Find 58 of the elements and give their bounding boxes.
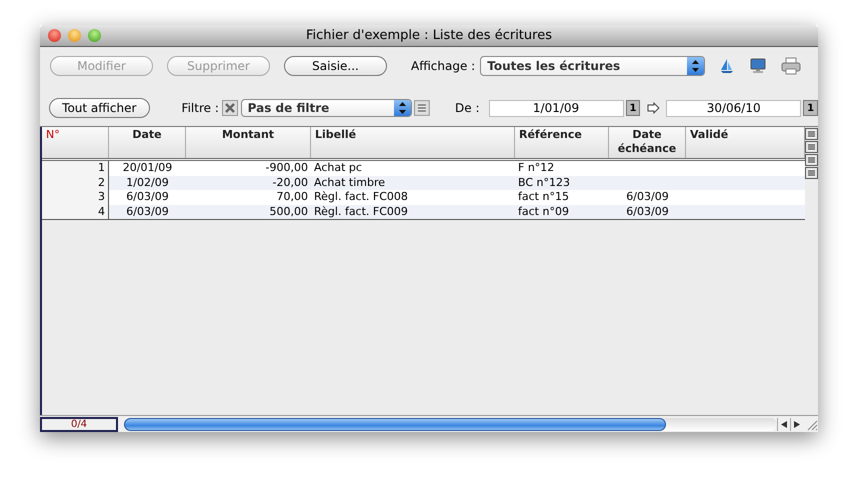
dropdown-arrows-icon: [399, 102, 406, 114]
view-icon[interactable]: [805, 128, 818, 140]
column-header[interactable]: Date échéance: [609, 127, 686, 158]
table-cell: 6/03/09: [626, 190, 669, 203]
table-cell: fact n°15: [518, 190, 569, 203]
table-cell: 70,00: [276, 190, 308, 203]
from-label: De :: [455, 101, 480, 115]
list-icon[interactable]: [414, 100, 430, 116]
column-header[interactable]: N°: [42, 127, 109, 158]
table-cell: 1/02/09: [126, 176, 169, 188]
table-cell: Achat pc: [314, 161, 362, 174]
table-cell: 3: [98, 190, 105, 203]
sailboat-icon[interactable]: [719, 58, 736, 74]
arrow-right-icon: [647, 102, 662, 114]
close-button[interactable]: [48, 29, 61, 42]
resize-grip-icon[interactable]: [805, 418, 818, 430]
table-cell: Achat timbre: [314, 176, 386, 188]
view-icon[interactable]: [805, 154, 818, 166]
show-all-button[interactable]: Tout afficher: [49, 98, 150, 118]
table-cell: 20/01/09: [122, 161, 172, 174]
to-date-field[interactable]: 30/06/10: [666, 100, 802, 116]
table-cell: -900,00: [266, 161, 308, 174]
column-header[interactable]: Référence: [515, 127, 609, 158]
dropdown-arrows-icon: [692, 60, 700, 72]
table-cell: 2: [98, 176, 105, 188]
clear-filter-button[interactable]: [222, 100, 238, 116]
view-icon[interactable]: [805, 167, 818, 179]
table-cell: fact n°09: [518, 204, 569, 218]
column-header[interactable]: Montant: [186, 127, 311, 158]
table-cell: Règl. fact. FC008: [314, 190, 408, 203]
table-cell: 6/03/09: [126, 190, 169, 203]
view-icon[interactable]: [805, 141, 818, 153]
table-cell: BC n°123: [518, 176, 570, 188]
calendar-button[interactable]: 1: [626, 100, 640, 116]
window-title: Fichier d'exemple : Liste des écritures: [306, 28, 552, 43]
toolbar-button[interactable]: Saisie...: [284, 56, 387, 76]
display-label: Affichage :: [411, 59, 476, 73]
printer-icon[interactable]: [781, 57, 802, 75]
table-cell: 6/03/09: [126, 204, 169, 218]
table-cell: -20,00: [272, 176, 308, 188]
table-cell: 4: [98, 204, 105, 218]
scroll-right-icon[interactable]: [794, 420, 800, 428]
display-select[interactable]: Toutes les écritures: [480, 56, 706, 76]
column-header[interactable]: Libellé: [311, 127, 515, 158]
filter-label: Filtre :: [182, 101, 219, 115]
table-cell: F n°12: [518, 161, 554, 174]
filter-select[interactable]: Pas de filtre: [240, 99, 412, 117]
calendar-button[interactable]: 1: [803, 100, 818, 116]
table-cell: 500,00: [270, 204, 308, 218]
scroll-left-icon[interactable]: [781, 420, 787, 428]
column-header[interactable]: Date: [109, 127, 186, 158]
record-count: 0/4: [40, 416, 118, 432]
table-cell: Règl. fact. FC009: [314, 204, 408, 218]
table-cell: 1: [98, 161, 105, 174]
monitor-icon[interactable]: [749, 58, 768, 74]
table-cell: 6/03/09: [626, 204, 669, 218]
from-date-field[interactable]: 1/01/09: [488, 100, 624, 116]
horizontal-scrollbar[interactable]: [124, 418, 777, 430]
